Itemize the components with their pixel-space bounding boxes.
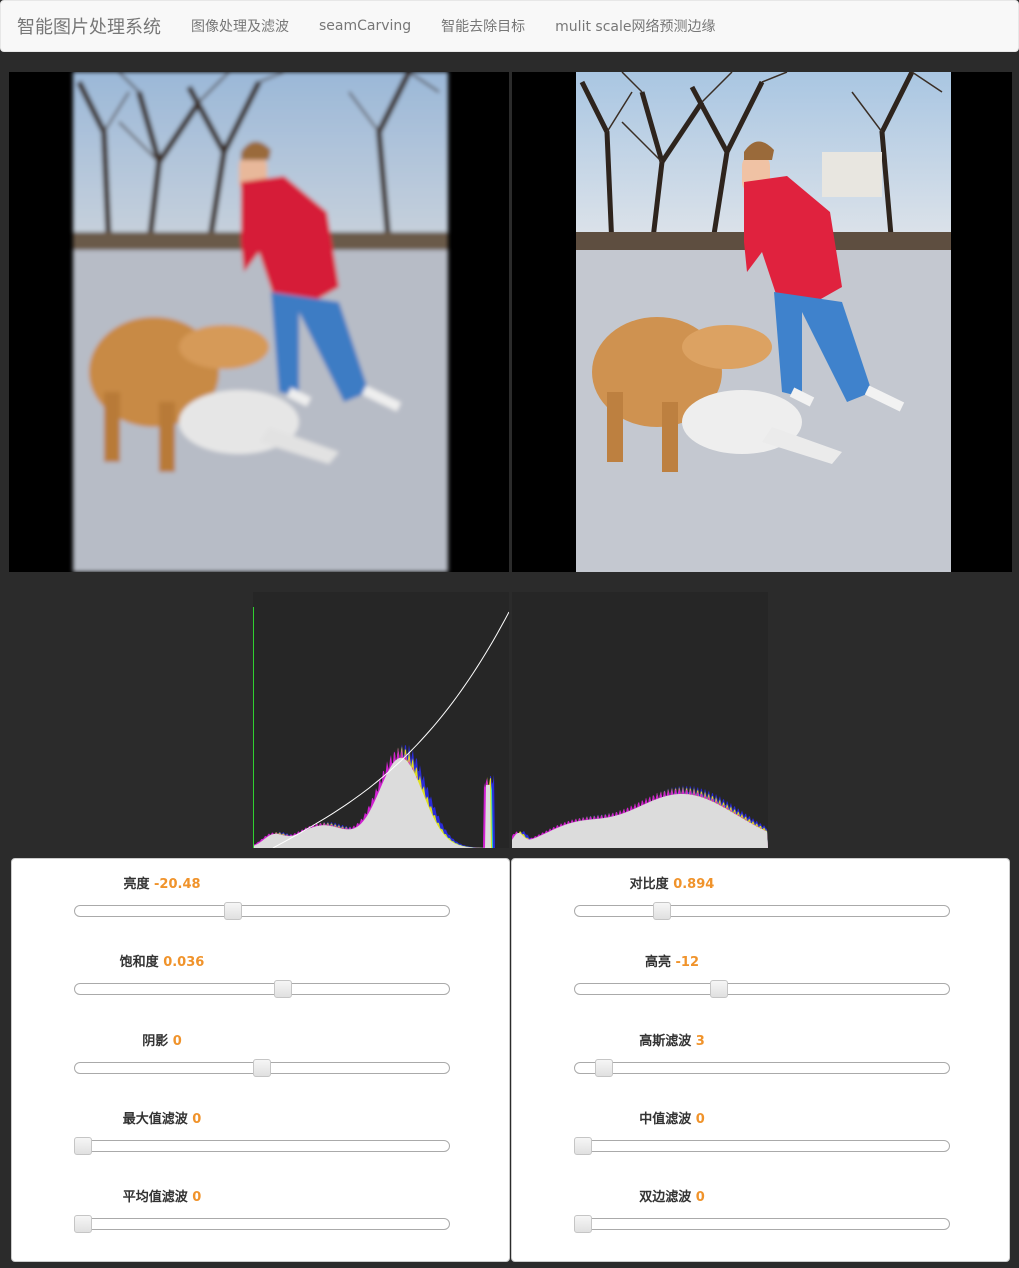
shadow-label: 阴影: [142, 1034, 169, 1049]
controls-panel-right: 对比度 0.894 高亮 -12 高斯滤波 3 中值滤波 0 双边滤波 0: [511, 858, 1010, 1262]
processed-image: [73, 72, 448, 572]
gaussian-filter-slider-track[interactable]: [574, 1062, 950, 1074]
navbar: 智能图片处理系统 图像处理及滤波 seamCarving 智能去除目标 muli…: [0, 0, 1019, 52]
bilateral-filter-label: 双边滤波: [639, 1190, 692, 1205]
max-filter-control: 最大值滤波 0: [74, 1094, 450, 1155]
brightness-slider-thumb[interactable]: [224, 902, 243, 920]
original-histogram: [512, 592, 768, 848]
saturation-value: 0.036: [163, 955, 205, 970]
shadow-slider-thumb[interactable]: [253, 1059, 271, 1077]
bilateral-filter-slider-thumb[interactable]: [574, 1215, 592, 1233]
nav-item-image-processing[interactable]: 图像处理及滤波: [176, 16, 304, 36]
highlight-slider-thumb[interactable]: [710, 980, 729, 998]
original-image: [576, 72, 951, 572]
median-filter-slider-thumb[interactable]: [574, 1137, 592, 1155]
saturation-control: 饱和度 0.036: [74, 937, 450, 998]
mean-filter-value: 0: [192, 1190, 202, 1205]
processed-image-panel: [9, 72, 509, 572]
median-filter-label: 中值滤波: [639, 1112, 692, 1127]
contrast-slider-thumb[interactable]: [652, 902, 671, 920]
original-histogram-plot: [512, 785, 768, 848]
saturation-slider-track[interactable]: [74, 983, 450, 995]
bilateral-filter-value: 0: [695, 1190, 705, 1205]
controls-panel-left: 亮度 -20.48 饱和度 0.036 阴影 0 最大值滤波 0 平均值滤波 0: [11, 858, 510, 1262]
mean-filter-slider-track[interactable]: [74, 1218, 450, 1230]
gaussian-filter-label: 高斯滤波: [639, 1034, 692, 1049]
histogram-luminance: [512, 794, 768, 848]
highlight-slider-track[interactable]: [574, 983, 950, 995]
nav-item-remove-object[interactable]: 智能去除目标: [426, 16, 540, 36]
nav-item-edge-prediction[interactable]: mulit scale网络预测边缘: [540, 16, 730, 36]
nav-item-seam-carving[interactable]: seamCarving: [304, 18, 426, 34]
highlight-control: 高亮 -12: [574, 937, 950, 998]
gaussian-filter-control: 高斯滤波 3: [574, 1016, 950, 1077]
saturation-label: 饱和度: [119, 955, 159, 970]
saturation-slider-thumb[interactable]: [274, 980, 293, 998]
brand-title[interactable]: 智能图片处理系统: [1, 13, 176, 39]
highlight-value: -12: [675, 955, 700, 970]
contrast-value: 0.894: [673, 877, 715, 892]
gaussian-filter-slider-thumb[interactable]: [595, 1059, 614, 1077]
processed-histogram-plot: [253, 607, 509, 848]
gaussian-filter-value: 3: [695, 1034, 705, 1049]
contrast-control: 对比度 0.894: [574, 859, 950, 920]
mean-filter-slider-thumb[interactable]: [74, 1215, 92, 1233]
bilateral-filter-slider-track[interactable]: [574, 1218, 950, 1230]
shadow-value: 0: [172, 1034, 182, 1049]
max-filter-slider-track[interactable]: [74, 1140, 450, 1152]
max-filter-value: 0: [192, 1112, 202, 1127]
highlight-label: 高亮: [644, 955, 671, 970]
brightness-value: -20.48: [154, 877, 201, 892]
histogram-luminance: [253, 757, 509, 848]
median-filter-control: 中值滤波 0: [574, 1094, 950, 1155]
max-filter-slider-thumb[interactable]: [74, 1137, 92, 1155]
contrast-label: 对比度: [629, 877, 669, 892]
brightness-slider-track[interactable]: [74, 905, 450, 917]
original-image-panel: [512, 72, 1012, 572]
brightness-control: 亮度 -20.48: [74, 859, 450, 920]
contrast-slider-track[interactable]: [574, 905, 950, 917]
median-filter-slider-track[interactable]: [574, 1140, 950, 1152]
median-filter-value: 0: [695, 1112, 705, 1127]
processed-histogram: [253, 592, 509, 848]
bilateral-filter-control: 双边滤波 0: [574, 1172, 950, 1233]
mean-filter-label: 平均值滤波: [122, 1190, 188, 1205]
brightness-label: 亮度: [123, 877, 150, 892]
shadow-control: 阴影 0: [74, 1016, 450, 1077]
max-filter-label: 最大值滤波: [122, 1112, 188, 1127]
mean-filter-control: 平均值滤波 0: [74, 1172, 450, 1233]
